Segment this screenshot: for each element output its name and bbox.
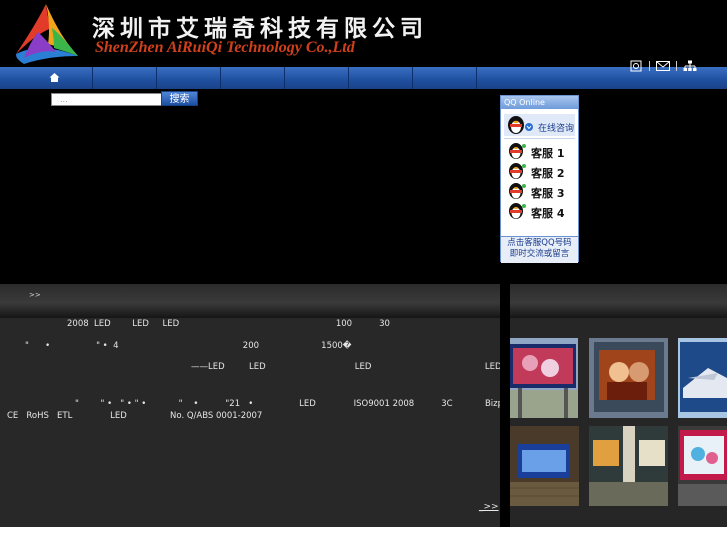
product-gallery — [510, 318, 727, 527]
qq-agent-2[interactable]: 客服 2 — [507, 162, 573, 180]
nav-item[interactable] — [92, 67, 156, 89]
qq-footer-line: 点击客服QQ号码 — [507, 238, 572, 248]
intro-text-line: " " • " • " • " • "21 • LED ISO9001 2008… — [75, 399, 518, 409]
intro-more-link[interactable]: _>> — [479, 502, 499, 512]
qq-online-label: 在线咨询 — [538, 124, 575, 134]
main-nav — [0, 67, 727, 89]
qq-agent-label: 客服 1 — [531, 147, 565, 160]
qq-penguin-icon — [509, 203, 526, 219]
company-logo[interactable] — [8, 2, 84, 66]
section-more-link[interactable]: >> — [29, 291, 41, 299]
search-button[interactable]: 搜索 — [161, 91, 198, 106]
intro-text-line: " • " • 4 200 1500� — [25, 341, 352, 351]
section-header-band — [0, 284, 727, 318]
nav-item[interactable] — [476, 67, 477, 89]
nav-item[interactable] — [412, 67, 476, 89]
qq-agent-3[interactable]: 客服 3 — [507, 182, 573, 200]
intro-text-line: ——LED LED LED LED — [191, 362, 502, 372]
qq-penguin-icon — [509, 163, 526, 179]
qq-widget-title: QQ Online — [501, 96, 578, 109]
qq-footer-line: 即时交流或留言 — [509, 249, 570, 259]
search-input[interactable]: ... — [51, 93, 168, 106]
nav-item[interactable] — [220, 67, 284, 89]
gallery-thumbnail[interactable] — [589, 338, 668, 418]
qq-online-consult[interactable]: 在线咨询 — [504, 114, 575, 136]
gallery-thumbnail[interactable] — [510, 338, 578, 418]
nav-item[interactable] — [156, 67, 220, 89]
qq-agent-label: 客服 3 — [531, 187, 565, 200]
qq-agent-4[interactable]: 客服 4 — [507, 202, 573, 220]
intro-text-line: 2008 LED LED LED 100 30 — [67, 319, 390, 329]
qq-agent-label: 客服 2 — [531, 167, 565, 180]
top-links — [629, 59, 697, 73]
header: 深圳市艾瑞奇科技有限公司 ShenZhen AiRuiQi Technology… — [0, 0, 727, 67]
footer-strip — [0, 527, 727, 545]
divider — [676, 61, 677, 71]
intro-text-line: CE RoHS ETL LED No. Q/ABS 0001-2007 — [7, 411, 263, 421]
qq-penguin-icon — [509, 183, 526, 199]
gallery-thumbnail[interactable] — [678, 338, 727, 418]
qq-widget-footer: 点击客服QQ号码 即时交流或留言 — [501, 236, 578, 263]
qq-penguin-icon — [509, 143, 526, 159]
sitemap-icon[interactable] — [683, 60, 697, 72]
column-divider — [500, 284, 510, 527]
mail-icon[interactable] — [656, 60, 670, 72]
nav-item[interactable] — [284, 67, 348, 89]
nav-item[interactable] — [348, 67, 412, 89]
gallery-thumbnail[interactable] — [678, 426, 727, 506]
company-name-en: ShenZhen AiRuiQi Technology Co.,Ltd — [95, 39, 355, 56]
company-name-cn: 深圳市艾瑞奇科技有限公司 — [92, 16, 428, 42]
gallery-thumbnail[interactable] — [510, 426, 579, 506]
qq-agent-1[interactable]: 客服 1 — [507, 142, 573, 160]
gallery-thumbnail[interactable] — [589, 426, 668, 506]
home-icon[interactable] — [49, 72, 60, 83]
qq-agent-label: 客服 4 — [531, 207, 565, 220]
qq-penguin-icon — [508, 116, 533, 134]
divider — [649, 61, 650, 71]
qq-online-widget: QQ Online 在线咨询 客服 1 客服 2 客服 3 客服 4 点击客服Q… — [500, 95, 579, 263]
home-page-icon[interactable] — [629, 60, 643, 72]
qq-agent-list: 客服 1 客服 2 客服 3 客服 4 — [504, 138, 575, 231]
